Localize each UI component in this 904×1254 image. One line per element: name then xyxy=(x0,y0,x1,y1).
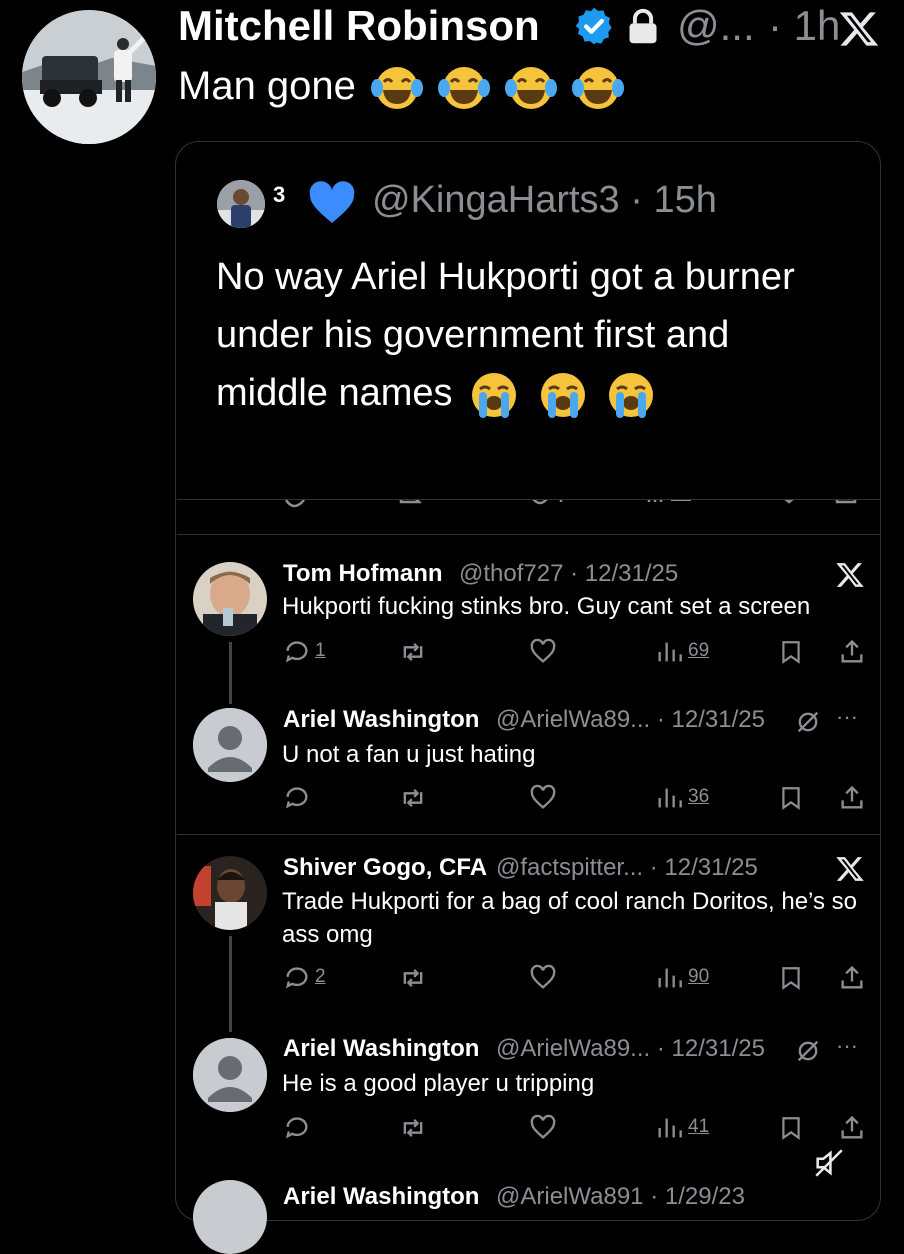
reply-icon[interactable] xyxy=(283,784,311,812)
quoted-post-text: No way Ariel Hukporti got a burner under… xyxy=(216,248,836,422)
divider xyxy=(177,834,880,835)
reply-author-name[interactable]: Ariel Washington xyxy=(283,1183,479,1211)
bookmark-icon[interactable] xyxy=(778,638,804,666)
x-logo-icon xyxy=(836,563,864,587)
like-icon[interactable] xyxy=(528,784,558,812)
share-icon[interactable] xyxy=(838,1114,866,1142)
reply-text: Trade Hukporti for a bag of cool ranch D… xyxy=(282,888,857,948)
reply-avatar[interactable] xyxy=(193,562,267,636)
views-icon[interactable] xyxy=(655,1114,683,1142)
tears-of-joy-emoji-icon xyxy=(371,67,424,110)
repost-icon[interactable] xyxy=(398,638,428,666)
views-icon[interactable] xyxy=(655,638,683,666)
share-icon[interactable] xyxy=(838,964,866,992)
bookmark-icon[interactable] xyxy=(778,964,804,992)
view-count: 41 xyxy=(688,1116,710,1137)
share-icon[interactable] xyxy=(838,784,866,812)
reply-avatar[interactable] xyxy=(193,1180,267,1254)
reply-count: 2 xyxy=(315,966,326,987)
default-avatar-icon xyxy=(193,1038,267,1112)
avatar-image xyxy=(22,10,156,144)
thread-line xyxy=(229,936,232,1032)
quoted-author-name[interactable]: 3 xyxy=(273,182,285,208)
bookmark-icon[interactable] xyxy=(778,1114,804,1142)
x-logo-icon xyxy=(839,12,879,46)
reply-author-handle[interactable]: @ArielWa89... · 12/31/25 xyxy=(496,1035,765,1063)
reply-count: 1 xyxy=(315,640,326,661)
reply-author-name[interactable]: Tom Hofmann xyxy=(283,560,443,588)
reply-icon[interactable] xyxy=(283,1114,311,1142)
lock-icon xyxy=(629,8,657,44)
view-count: 69 xyxy=(688,640,710,661)
view-count: 90 xyxy=(688,966,710,987)
repost-icon[interactable] xyxy=(398,784,428,812)
like-icon[interactable] xyxy=(528,1114,558,1142)
quoted-author-avatar[interactable] xyxy=(217,180,265,228)
reply-text: He is a good player u tripping xyxy=(282,1070,595,1097)
post-text: Man gone xyxy=(178,64,625,112)
avatar-image xyxy=(193,856,267,930)
blue-heart-icon xyxy=(309,181,355,223)
post-text-content: Man gone xyxy=(178,64,356,108)
mute-icon[interactable] xyxy=(794,1037,822,1065)
like-icon[interactable] xyxy=(528,638,558,666)
repost-icon[interactable] xyxy=(398,964,428,992)
reply-avatar[interactable] xyxy=(193,708,267,782)
quoted-author-handle[interactable]: @KingaHarts3 · 15h xyxy=(372,179,717,222)
post-time[interactable]: · 1h xyxy=(768,2,840,50)
reply-author-name[interactable]: Ariel Washington xyxy=(283,706,479,734)
reply-author-handle[interactable]: @thof727 · 12/31/25 xyxy=(459,560,678,588)
verified-badge-icon xyxy=(575,7,612,45)
cut-off-action-row xyxy=(177,500,880,516)
reply-icon[interactable] xyxy=(283,638,311,666)
reply-text: U not a fan u just hating xyxy=(282,741,536,768)
divider xyxy=(177,534,880,535)
more-options-button[interactable]: ··· xyxy=(836,1033,858,1059)
tears-of-joy-emoji-icon xyxy=(505,67,558,110)
tears-of-joy-emoji-icon xyxy=(438,67,491,110)
reply-text: Hukporti fucking stinks bro. Guy cant se… xyxy=(282,593,811,620)
view-count: 36 xyxy=(688,786,710,807)
reply-avatar[interactable] xyxy=(193,856,267,930)
default-avatar-icon xyxy=(193,708,267,782)
reply-icon[interactable] xyxy=(283,964,311,992)
like-icon[interactable] xyxy=(528,964,558,992)
reply-author-handle[interactable]: @factspitter... · 12/31/25 xyxy=(496,854,758,882)
repost-icon[interactable] xyxy=(398,1114,428,1142)
views-icon[interactable] xyxy=(655,784,683,812)
bookmark-icon[interactable] xyxy=(778,784,804,812)
tears-of-joy-emoji-icon xyxy=(572,67,625,110)
sound-muted-icon[interactable] xyxy=(812,1146,846,1180)
more-options-button[interactable]: ··· xyxy=(836,704,858,730)
loudly-crying-emoji-icon xyxy=(540,372,585,418)
mute-icon[interactable] xyxy=(794,708,822,736)
x-logo-icon xyxy=(836,857,864,881)
share-icon[interactable] xyxy=(838,638,866,666)
views-icon[interactable] xyxy=(655,964,683,992)
author-handle[interactable]: @... xyxy=(677,2,755,50)
thread-line xyxy=(229,642,232,704)
avatar[interactable] xyxy=(22,10,156,144)
reply-author-name[interactable]: Ariel Washington xyxy=(283,1035,479,1063)
reply-author-handle[interactable]: @ArielWa89... · 12/31/25 xyxy=(496,706,765,734)
loudly-crying-emoji-icon xyxy=(472,372,517,418)
reply-avatar[interactable] xyxy=(193,1038,267,1112)
loudly-crying-emoji-icon xyxy=(609,372,654,418)
author-name[interactable]: Mitchell Robinson xyxy=(178,2,540,50)
avatar-image xyxy=(217,180,265,228)
reply-author-name[interactable]: Shiver Gogo, CFA xyxy=(283,854,487,882)
reply-author-handle[interactable]: @ArielWa891 · 1/29/23 xyxy=(496,1183,745,1211)
avatar-image xyxy=(193,562,267,636)
